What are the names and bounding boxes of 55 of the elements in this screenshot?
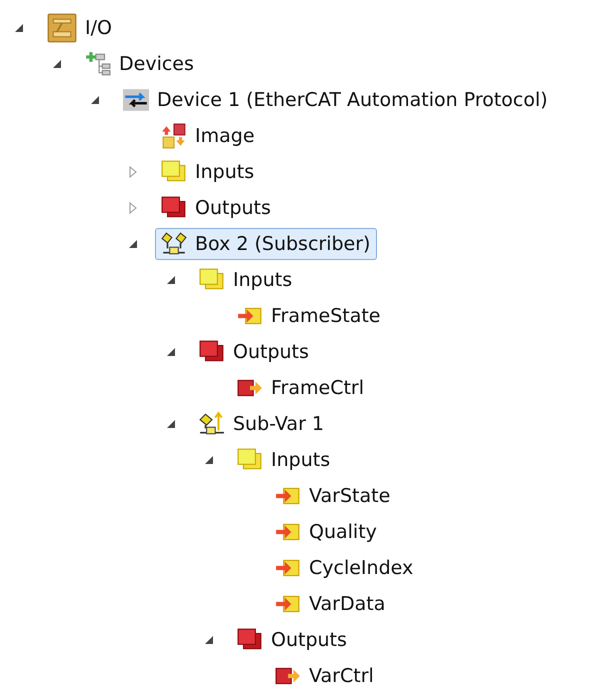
item-label: Quality — [309, 520, 377, 545]
tree-item[interactable]: Sub-Var 1 — [193, 408, 332, 440]
process-image-icon — [161, 123, 187, 149]
expanded-arrow-icon[interactable] — [128, 240, 138, 248]
item-label: Sub-Var 1 — [233, 412, 324, 437]
tree-item[interactable]: I/O — [41, 12, 119, 44]
tree-item[interactable]: FrameCtrl — [231, 372, 372, 404]
tree-item[interactable]: Box 2 (Subscriber) — [155, 228, 378, 260]
tree-item[interactable]: CycleIndex — [269, 552, 420, 584]
expanded-arrow-icon[interactable] — [204, 456, 214, 464]
item-label: Inputs — [195, 160, 254, 185]
item-label: VarCtrl — [309, 664, 374, 686]
item-label: Outputs — [195, 196, 271, 221]
tree-item[interactable]: Inputs — [231, 444, 338, 476]
sub-variable-icon — [199, 411, 225, 437]
tree-item[interactable]: Inputs — [155, 156, 262, 188]
collapsed-arrow-icon[interactable] — [129, 166, 137, 178]
item-label: Inputs — [233, 268, 292, 293]
item-label: CycleIndex — [309, 556, 414, 581]
item-label: I/O — [85, 16, 112, 41]
tree-item[interactable]: VarCtrl — [269, 660, 381, 686]
network-box-icon — [161, 231, 187, 257]
expanded-arrow-icon[interactable] — [166, 276, 176, 284]
tree-item[interactable]: FrameState — [231, 300, 388, 332]
tree-item[interactable]: VarState — [269, 480, 398, 512]
item-label: FrameState — [271, 304, 380, 329]
tree-item[interactable]: VarData — [269, 588, 392, 620]
item-label: Outputs — [233, 340, 309, 365]
io-icon — [47, 13, 77, 43]
tree-item[interactable]: Devices — [79, 48, 201, 80]
tree-item[interactable]: Device 1 (EtherCAT Automation Protocol) — [117, 84, 555, 116]
item-label: Box 2 (Subscriber) — [195, 232, 370, 257]
item-label: Inputs — [271, 448, 330, 473]
device-tree-icon — [85, 51, 111, 77]
tree-item[interactable]: Image — [155, 120, 262, 152]
item-label: Device 1 (EtherCAT Automation Protocol) — [157, 88, 548, 113]
expanded-arrow-icon[interactable] — [166, 420, 176, 428]
expanded-arrow-icon[interactable] — [90, 96, 100, 104]
collapsed-arrow-icon[interactable] — [129, 202, 137, 214]
expanded-arrow-icon[interactable] — [52, 60, 62, 68]
item-label: VarData — [309, 592, 386, 617]
tree-item[interactable]: Outputs — [231, 624, 354, 656]
tree-item[interactable]: Outputs — [155, 192, 278, 224]
tree-item[interactable]: Outputs — [193, 336, 316, 368]
expanded-arrow-icon[interactable] — [166, 348, 176, 356]
expanded-arrow-icon[interactable] — [204, 636, 214, 644]
item-label: FrameCtrl — [271, 376, 364, 401]
item-label: Image — [195, 124, 255, 149]
expanded-arrow-icon[interactable] — [14, 24, 24, 32]
item-label: Outputs — [271, 628, 347, 653]
item-label: VarState — [309, 484, 390, 509]
tree-item[interactable]: Inputs — [193, 264, 300, 296]
item-label: Devices — [119, 52, 194, 77]
network-device-icon — [123, 87, 149, 113]
tree-item[interactable]: Quality — [269, 516, 384, 548]
